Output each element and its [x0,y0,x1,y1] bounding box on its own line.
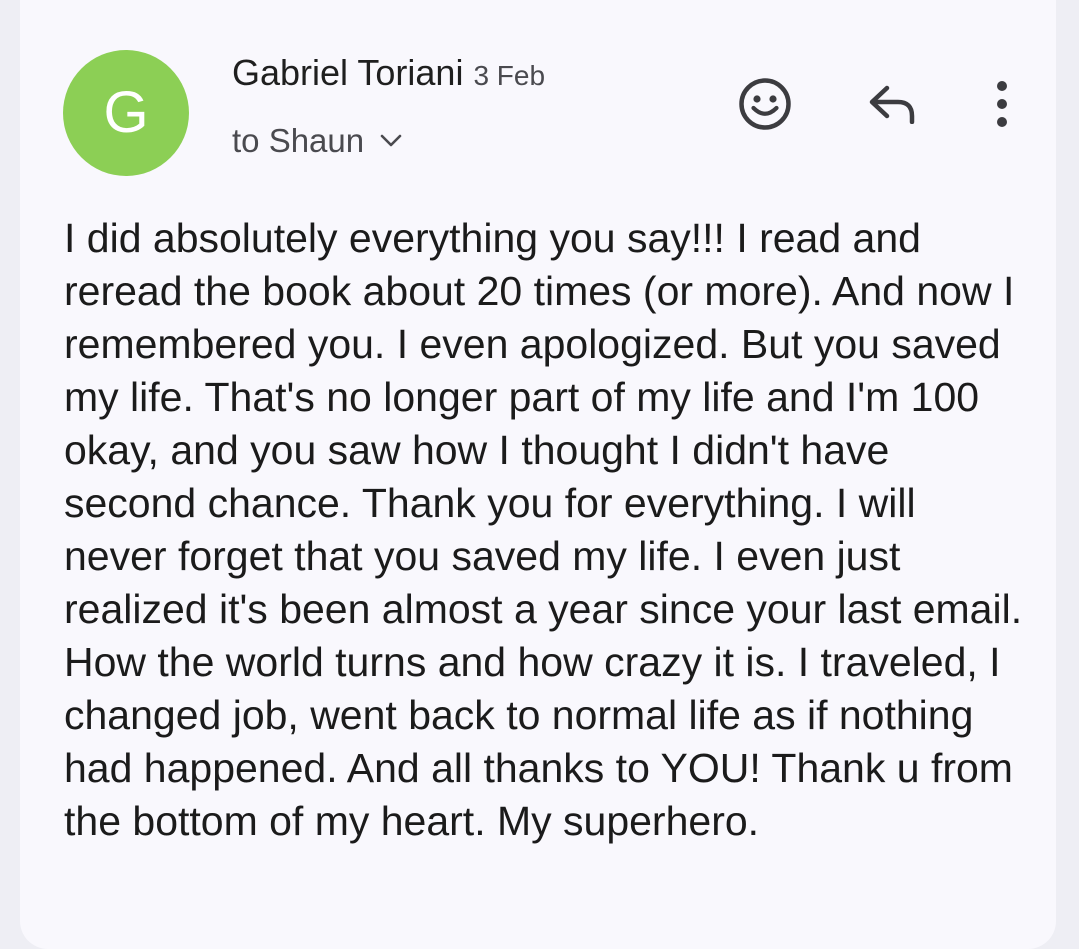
emoji-smile-icon [739,78,791,130]
email-date: 3 Feb [473,60,546,91]
more-options-button[interactable] [980,76,1024,132]
reply-arrow-icon [869,85,915,124]
vertical-dots-icon [997,81,1007,127]
sender-header: Gabriel Toriani 3 Feb [232,52,545,94]
avatar[interactable]: G [63,50,189,176]
chevron-down-icon [380,134,402,147]
reply-button[interactable] [860,76,924,132]
email-body: I did absolutely everything you say!!! I… [64,215,1023,844]
sender-name[interactable]: Gabriel Toriani [232,52,463,93]
recipient-label: to Shaun [232,122,365,159]
react-button[interactable] [730,74,800,134]
recipient-details-toggle[interactable]: to Shaun [232,122,402,160]
